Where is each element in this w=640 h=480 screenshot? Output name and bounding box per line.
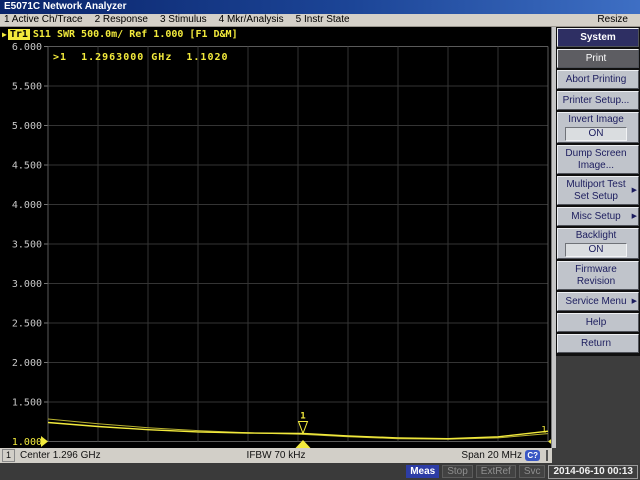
softkey-button-invert-image[interactable]: Invert ImageON bbox=[557, 112, 639, 143]
softkey-label: Dump Screen Image... bbox=[560, 148, 632, 172]
status-indicator-stop: Stop bbox=[442, 465, 473, 478]
y-axis-tick-label: 1.500 bbox=[12, 398, 42, 409]
softkey-menu-header: System bbox=[557, 28, 639, 47]
y-axis-tick-label: 2.000 bbox=[12, 358, 42, 369]
channel-number-badge: 1 bbox=[2, 449, 15, 462]
center-frequency-label: Center 1.296 GHz bbox=[20, 448, 101, 463]
trace-header[interactable]: ▶Tr1S11 SWR 500.0m/ Ref 1.000 [F1 D&M] bbox=[2, 29, 238, 40]
softkey-label: Service Menu bbox=[560, 296, 632, 308]
title-bar: E5071C Network Analyzer bbox=[0, 0, 640, 14]
marker-1-triangle-icon bbox=[299, 421, 308, 433]
y-axis-tick-label: 6.000 bbox=[12, 42, 42, 53]
window-title: E5071C Network Analyzer bbox=[4, 1, 126, 12]
softkey-button-service-menu[interactable]: Service Menu▶ bbox=[557, 292, 639, 311]
ifbw-label: IFBW 70 kHz bbox=[247, 448, 306, 463]
softkey-button-backlight[interactable]: BacklightON bbox=[557, 228, 639, 259]
softkey-button-multiport-test-set-setup[interactable]: Multiport Test Set Setup▶ bbox=[557, 176, 639, 205]
y-axis-tick-label: 3.000 bbox=[12, 279, 42, 290]
active-trace-arrow-icon: ▶ bbox=[2, 30, 7, 39]
softkey-button-return[interactable]: Return bbox=[557, 334, 639, 353]
datetime-display: 2014-06-10 00:13 bbox=[548, 465, 638, 479]
graph-window: 6.000 5.500 5.000 4.500 4.000 3.500 3.000 2.500… bbox=[0, 27, 552, 448]
softkey-label: Printer Setup... bbox=[560, 95, 632, 107]
softkey-sidebar: System Print Abort Printing Printer Setup.… bbox=[556, 27, 640, 448]
softkey-label: Multiport Test Set Setup bbox=[560, 179, 632, 203]
trace-end-label: 1 bbox=[541, 426, 546, 436]
menu-item-4-mkr-analysis[interactable]: 4 Mkr/Analysis bbox=[215, 14, 292, 26]
y-axis-tick-label: 5.500 bbox=[12, 82, 42, 93]
softkey-label: Abort Printing bbox=[560, 74, 632, 86]
softkey-button-dump-screen-image[interactable]: Dump Screen Image... bbox=[557, 145, 639, 174]
stimulus-status-strip: 1 Center 1.296 GHz IFBW 70 kHz Span 20 M… bbox=[0, 448, 552, 463]
status-indicator-svc: Svc bbox=[519, 465, 546, 478]
softkey-toggle-state: ON bbox=[565, 243, 627, 257]
continuous-sweep-icon: C? bbox=[525, 450, 540, 461]
trace-header-text: S11 SWR 500.0m/ Ref 1.000 [F1 D&M] bbox=[33, 29, 238, 40]
menu-item-2-response[interactable]: 2 Response bbox=[91, 14, 156, 26]
status-indicator-extref: ExtRef bbox=[476, 465, 516, 478]
corner-patch bbox=[552, 448, 640, 463]
menu-bar: 1 Active Ch/Trace2 Response3 Stimulus4 M… bbox=[0, 14, 640, 27]
submenu-arrow-icon: ▶ bbox=[632, 296, 637, 308]
status-bar: Meas Stop ExtRef Svc 2014-06-10 00:13 bbox=[0, 463, 640, 480]
y-axis-tick-label: 2.500 bbox=[12, 319, 42, 330]
span-label: Span 20 MHz bbox=[461, 448, 522, 463]
softkey-button-firmware-revision[interactable]: Firmware Revision bbox=[557, 261, 639, 290]
marker-readout: >1 1.2963000 GHz 1.1020 bbox=[53, 52, 229, 63]
softkey-button-printer-setup[interactable]: Printer Setup... bbox=[557, 91, 639, 110]
status-indicator-meas: Meas bbox=[406, 465, 439, 478]
softkey-toggle-state: ON bbox=[565, 127, 627, 141]
softkey-label: Backlight bbox=[560, 230, 632, 242]
y-axis-tick-label: 5.000 bbox=[12, 121, 42, 132]
y-axis-tick-label: 3.500 bbox=[12, 240, 42, 251]
softkey-label: Help bbox=[560, 317, 632, 329]
softkey-label: Print bbox=[560, 53, 632, 65]
instrument-screen: E5071C Network Analyzer 1 Active Ch/Trac… bbox=[0, 0, 640, 480]
menu-item-3-stimulus[interactable]: 3 Stimulus bbox=[156, 14, 215, 26]
trace-id-badge: Tr1 bbox=[8, 29, 30, 40]
softkey-button-abort-printing[interactable]: Abort Printing bbox=[557, 70, 639, 89]
softkey-label: Invert Image bbox=[560, 114, 632, 126]
softkey-button-help[interactable]: Help bbox=[557, 313, 639, 332]
y-axis-tick-label: 4.500 bbox=[12, 161, 42, 172]
marker-1-number-label: 1 bbox=[300, 411, 305, 421]
softkey-button-print[interactable]: Print bbox=[557, 49, 639, 68]
graph-svg: 6.000 5.500 5.000 4.500 4.000 3.500 3.000 2.500… bbox=[0, 27, 552, 448]
y-axis-tick-label: 4.000 bbox=[12, 200, 42, 211]
strip-end-bar bbox=[546, 450, 548, 461]
menu-item-5-instr-state[interactable]: 5 Instr State bbox=[292, 14, 358, 26]
submenu-arrow-icon: ▶ bbox=[632, 211, 637, 223]
y-axis-tick-label: 1.000 bbox=[12, 437, 42, 448]
ref-level-arrow-left-icon bbox=[41, 436, 48, 447]
menu-item-resize[interactable]: Resize bbox=[593, 14, 636, 26]
sidebar-filler bbox=[556, 356, 640, 448]
submenu-arrow-icon: ▶ bbox=[632, 185, 637, 197]
softkey-button-misc-setup[interactable]: Misc Setup▶ bbox=[557, 207, 639, 226]
softkey-label: Firmware Revision bbox=[560, 264, 632, 288]
softkey-label: Return bbox=[560, 338, 632, 350]
menu-item-1-active-ch-trace[interactable]: 1 Active Ch/Trace bbox=[0, 14, 91, 26]
softkey-label: Misc Setup bbox=[560, 211, 632, 223]
